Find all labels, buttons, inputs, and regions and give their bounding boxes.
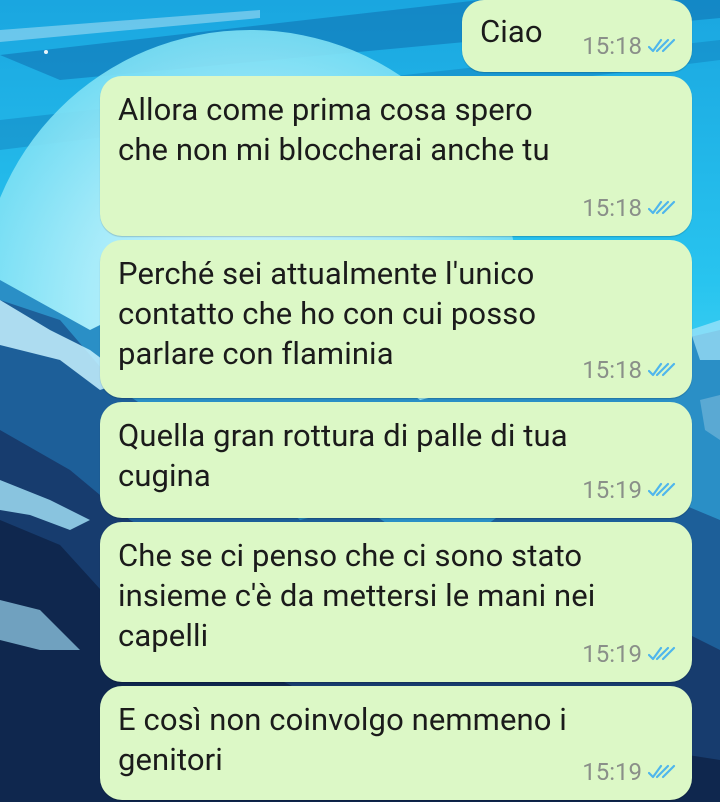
message-meta: 15:19 (582, 758, 676, 786)
read-double-check-icon (648, 200, 676, 215)
chat-message-list[interactable]: Ciao 15:18 Allora come prima cosa spero … (0, 0, 720, 802)
message-meta: 15:18 (582, 32, 676, 60)
message-meta: 15:18 (582, 194, 676, 222)
message-time: 15:18 (582, 32, 642, 60)
message-text: Che se ci penso che ci sono stato insiem… (118, 537, 596, 654)
message-text: Quella gran rottura di palle di tua cugi… (118, 417, 568, 494)
message-time: 15:19 (582, 758, 642, 786)
message-text: E così non coinvolgo nemmeno i genitori (118, 701, 567, 778)
message-bubble[interactable]: Allora come prima cosa spero che non mi … (100, 76, 692, 236)
message-time: 15:18 (582, 194, 642, 222)
message-time: 15:18 (582, 356, 642, 384)
read-double-check-icon (648, 646, 676, 661)
message-bubble[interactable]: Ciao 15:18 (462, 0, 692, 72)
message-bubble[interactable]: Perché sei attualmente l'unico contatto … (100, 240, 692, 398)
read-double-check-icon (648, 362, 676, 377)
read-double-check-icon (648, 38, 676, 53)
message-meta: 15:18 (582, 356, 676, 384)
message-text: Ciao (480, 13, 543, 50)
message-bubble[interactable]: Che se ci penso che ci sono stato insiem… (100, 522, 692, 682)
message-time: 15:19 (582, 640, 642, 668)
message-text: Allora come prima cosa spero che non mi … (118, 91, 550, 168)
message-time: 15:19 (582, 476, 642, 504)
read-double-check-icon (648, 482, 676, 497)
read-double-check-icon (648, 764, 676, 779)
message-meta: 15:19 (582, 476, 676, 504)
message-text: Perché sei attualmente l'unico contatto … (118, 255, 537, 372)
message-bubble[interactable]: E così non coinvolgo nemmeno i genitori … (100, 686, 692, 800)
message-meta: 15:19 (582, 640, 676, 668)
message-bubble[interactable]: Quella gran rottura di palle di tua cugi… (100, 402, 692, 518)
